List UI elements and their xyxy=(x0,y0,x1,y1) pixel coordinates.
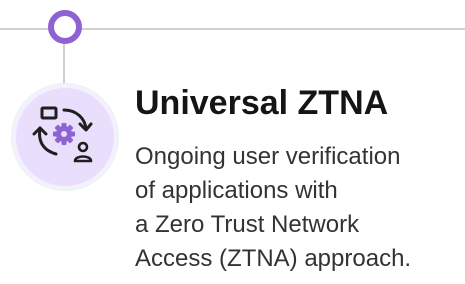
feature-description: Ongoing user verification of application… xyxy=(135,140,465,276)
description-line: Ongoing user verification xyxy=(135,143,401,170)
description-line: of applications with xyxy=(135,177,338,204)
description-line: Access (ZTNA) approach. xyxy=(135,245,412,272)
feature-title: Universal ZTNA xyxy=(135,84,389,122)
timeline-connector xyxy=(63,44,65,94)
feature-icon-badge xyxy=(16,88,114,186)
timeline-node-marker xyxy=(48,10,82,44)
user-app-verification-cycle-icon xyxy=(32,106,93,163)
description-line: a Zero Trust Network xyxy=(135,211,360,238)
